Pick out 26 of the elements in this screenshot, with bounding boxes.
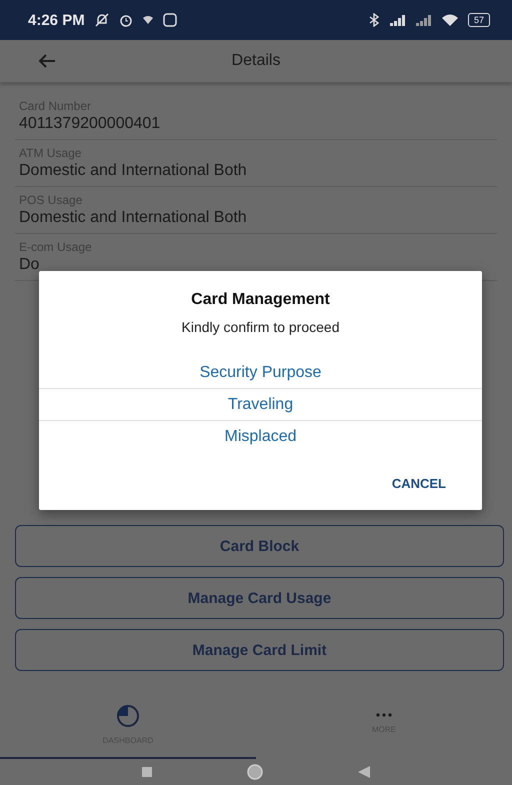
cancel-button[interactable]: CANCEL [386, 475, 452, 492]
bluetooth-icon [368, 13, 380, 27]
field-value: Do [19, 256, 40, 274]
back-arrow-icon[interactable] [38, 54, 56, 68]
dialog-option[interactable]: Security Purpose [39, 357, 482, 389]
dialog-option[interactable]: Misplaced [39, 421, 482, 453]
alarm-icon [118, 13, 133, 27]
action-button[interactable]: Card Block [15, 525, 504, 567]
status-time: 4:26 PM [28, 12, 85, 28]
more-icon [376, 712, 392, 716]
dialog-message: Kindly confirm to proceed [182, 319, 340, 335]
back-icon[interactable] [358, 766, 370, 778]
dialog-title: Card Management [191, 291, 330, 309]
dialog-option[interactable]: Traveling [39, 389, 482, 421]
field-value: Domestic and International Both [19, 209, 248, 227]
signal-icon [390, 14, 406, 26]
home-icon[interactable] [247, 764, 263, 780]
action-button[interactable]: Manage Card Usage [15, 577, 504, 619]
signal-icon [416, 14, 432, 26]
wifi-icon [442, 14, 458, 26]
field-value: 4011379200000401 [19, 115, 162, 133]
app-icon [162, 13, 177, 27]
battery-level: 57 [468, 13, 490, 27]
action-button[interactable]: Manage Card Limit [15, 629, 504, 671]
screen-title: Details [232, 52, 280, 70]
field-value: Domestic and International Both [19, 162, 248, 180]
